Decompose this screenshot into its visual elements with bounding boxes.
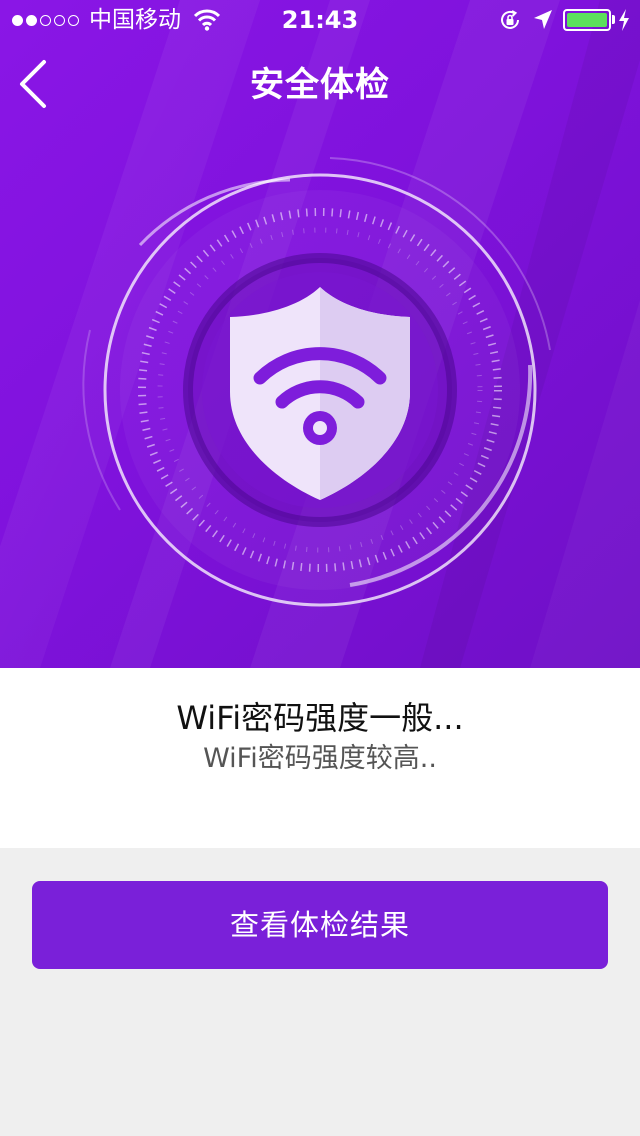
charging-bolt-icon <box>619 9 629 31</box>
battery-icon <box>563 9 611 31</box>
screen: 中国移动 21:43 安全体检 WiFi密码强度一般... WiFi密码强度较高… <box>0 0 640 1136</box>
battery-level-fill <box>567 13 607 27</box>
scan-status-secondary: WiFi密码强度较高.. <box>203 743 437 774</box>
page-title: 安全体检 <box>250 65 390 105</box>
security-scan-graphic <box>82 157 551 607</box>
location-arrow-icon <box>534 10 552 29</box>
scan-status-primary: WiFi密码强度一般... <box>176 699 464 737</box>
battery-tip <box>612 15 615 24</box>
view-results-button[interactable]: 查看体检结果 <box>32 881 608 969</box>
status-bar: 中国移动 21:43 <box>0 0 640 40</box>
rotation-lock-icon <box>501 10 519 29</box>
